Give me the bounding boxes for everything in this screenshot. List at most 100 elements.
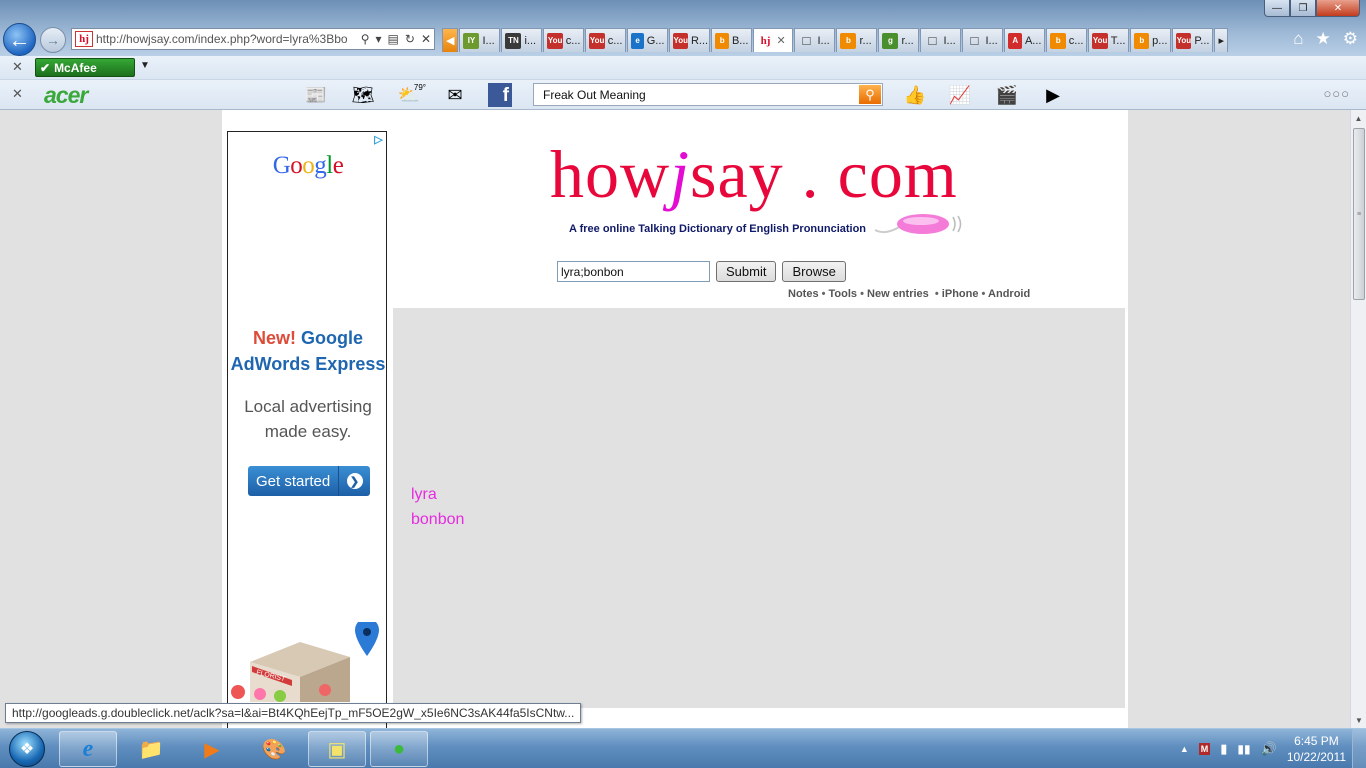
scroll-down-icon[interactable]: ▼ [1351,712,1366,728]
tab-bing-icon: b [840,32,857,49]
stocks-icon[interactable]: 📈 [943,83,977,107]
tab-active[interactable]: hj ✕ [753,28,794,52]
browser-tab[interactable]: b p... [1130,28,1172,52]
ad-cta-label: Get started [256,472,331,490]
tab-label: I... [943,34,956,47]
network-signal-icon[interactable]: ▮▮ [1237,742,1250,756]
power-icon[interactable]: ▮ [1220,741,1227,757]
android-link[interactable]: Android [988,288,1030,300]
thumbs-up-icon[interactable]: 👍 [898,83,932,107]
close-tab-icon[interactable]: ✕ [776,34,785,47]
google-adwords-ad[interactable]: ▷ Google New! Google AdWords Express Loc… [227,131,387,728]
scrollbar-thumb[interactable]: ≡ [1353,128,1365,300]
new-entries-link[interactable]: New entries [867,288,929,300]
result-word-lyra[interactable]: lyra [411,486,437,504]
close-window-button[interactable]: ✕ [1316,0,1360,17]
minimize-button[interactable]: — [1264,0,1290,17]
maximize-button[interactable]: ❐ [1290,0,1316,17]
result-word-bonbon[interactable]: bonbon [411,511,464,529]
logo-say-com: say . com [690,136,958,212]
toolbar-search-box[interactable]: ⚲ [533,83,883,106]
browser-tab[interactable]: e G... [627,28,669,52]
acer-logo: acer [44,82,88,108]
show-hidden-icons-icon[interactable]: ▲ [1180,744,1189,754]
show-desktop-button[interactable] [1352,729,1366,768]
toolbar-search-icon[interactable]: ⚲ [859,85,881,104]
google-logo: Google [272,152,344,179]
taskbar-users-button[interactable]: ● [370,731,428,767]
browser-tab[interactable]: You T... [1088,28,1130,52]
browser-tab[interactable]: A A... [1004,28,1046,52]
browse-button[interactable]: Browse [782,261,846,282]
ad-tagline-line2: made easy. [264,422,352,441]
start-button[interactable]: ❖ [2,730,52,768]
volume-icon[interactable]: 🔊 [1261,741,1277,757]
weather-icon[interactable]: ⛅ 79° [392,83,426,107]
browser-tab[interactable]: b B... [711,28,753,52]
compatibility-icon[interactable]: ▤ [388,32,399,46]
taskbar-explorer-button[interactable]: 📁 [122,731,180,767]
browser-tab[interactable]: IY I... [459,28,501,52]
browser-tab[interactable]: g r... [878,28,920,52]
talking-mouse-icon [874,214,962,234]
mcafee-tray-icon[interactable]: M [1198,743,1211,755]
clock-date: 10/22/2011 [1286,750,1346,764]
address-url[interactable]: http://howjsay.com/index.php?word=lyra%3… [96,32,358,46]
toolbar-search-input[interactable] [534,84,859,105]
tab-bing-icon: b [715,32,729,49]
system-clock[interactable]: 6:45 PM 10/22/2011 [1287,733,1346,765]
browser-tab[interactable]: You c... [543,28,585,52]
tab-bing-icon: b [1134,32,1150,49]
movies-icon[interactable]: 🎬 [990,83,1024,107]
adchoices-icon[interactable]: ▷ [371,132,386,147]
mcafee-button[interactable]: ✔ McAfee [35,58,135,77]
mail-icon[interactable]: ✉ [438,83,472,107]
home-icon[interactable]: ⌂ [1293,29,1303,49]
tab-scroll-right-button[interactable]: ▸ [1214,28,1228,52]
browser-tab[interactable]: b c... [1046,28,1088,52]
ad-get-started-button[interactable]: Get started ❯ [248,466,370,496]
tools-link[interactable]: Tools [829,288,858,300]
toolbar-overflow-icon[interactable]: ○○○ [1323,86,1350,101]
browser-tab[interactable]: □ I... [794,28,836,52]
tools-gear-icon[interactable]: ⚙ [1343,29,1358,49]
browser-tab[interactable]: You c... [585,28,627,52]
word-input[interactable] [557,261,710,282]
close-toolbar-icon[interactable]: ✕ [12,86,23,102]
browser-tab[interactable]: You P... [1172,28,1214,52]
vertical-scrollbar[interactable]: ▲ ≡ ▼ [1350,110,1366,728]
browser-tab[interactable]: You R... [669,28,711,52]
news-icon[interactable]: 📰 [299,83,333,107]
browser-tab[interactable]: □ I... [962,28,1004,52]
site-tagline: A free online Talking Dictionary of Engl… [569,223,867,235]
site-logo[interactable]: howjsay . com [550,135,958,214]
taskbar-media-player-button[interactable]: ▶ [183,731,241,767]
browser-tab[interactable]: b r... [836,28,878,52]
maps-icon[interactable]: 🗺 [346,83,380,107]
favorites-star-icon[interactable]: ★ [1316,29,1331,49]
mcafee-dropdown-icon[interactable]: ▼ [140,60,150,71]
taskbar-paint-button[interactable]: 🎨 [245,731,303,767]
stop-icon[interactable]: ✕ [421,32,431,46]
refresh-icon[interactable]: ↻ [405,32,415,46]
taskbar-sticky-notes-button[interactable]: ▣ [308,731,366,767]
dropdown-icon[interactable]: ▾ [376,32,382,46]
scroll-up-icon[interactable]: ▲ [1351,110,1366,126]
forward-button[interactable]: → [40,27,66,53]
tab-label: G... [646,34,665,47]
page-viewport: ▷ Google New! Google AdWords Express Loc… [0,110,1350,728]
video-icon[interactable]: ▶ [1036,83,1070,107]
browser-tab[interactable]: TN i... [501,28,543,52]
address-bar[interactable]: hj http://howjsay.com/index.php?word=lyr… [71,28,435,50]
taskbar-ie-button[interactable]: e [59,731,117,767]
search-icon[interactable]: ⚲ [361,32,370,46]
notes-link[interactable]: Notes [788,288,819,300]
browser-tab[interactable]: □ I... [920,28,962,52]
tab-youtube-icon: You [1176,32,1192,49]
back-button[interactable]: ← [3,23,36,56]
iphone-link[interactable]: iPhone [942,288,979,300]
facebook-icon[interactable]: f [483,83,517,107]
tab-scroll-left-button[interactable]: ◀ [442,28,459,52]
close-toolbar-icon[interactable]: ✕ [12,59,23,75]
submit-button[interactable]: Submit [716,261,777,282]
